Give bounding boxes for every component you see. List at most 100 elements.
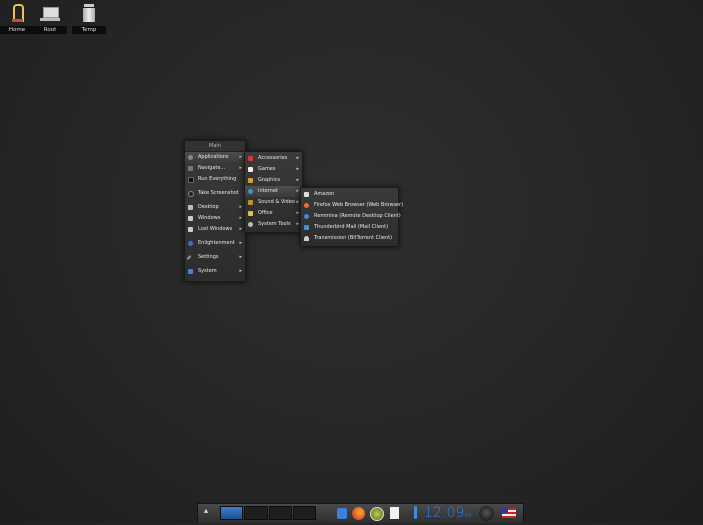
menu-item-take-screenshot[interactable]: Take Screenshot — [185, 188, 245, 199]
menu-item-transmission[interactable]: Transmission (BitTorrent Client) — [301, 233, 398, 244]
menu-item-windows[interactable]: Windows ▸ — [185, 213, 245, 224]
menu-item-applications[interactable]: Applications ▸ — [185, 152, 245, 163]
lost-windows-icon — [188, 227, 193, 232]
menu-item-enlightenment[interactable]: Enlightenment ▸ — [185, 238, 245, 249]
document-icon[interactable] — [390, 507, 399, 519]
submenu-arrow-icon: ▸ — [296, 177, 299, 183]
menu-item-lost-windows[interactable]: Lost Windows ▸ — [185, 224, 245, 235]
submenu-arrow-icon: ▸ — [239, 226, 242, 232]
mixer-icon[interactable] — [479, 506, 494, 521]
pager-desk-4[interactable] — [292, 506, 316, 520]
applications-submenu: Accessories ▸ Games ▸ Graphics ▸ Internet ▸ … — [244, 151, 303, 233]
menu-item-label: Transmission (BitTorrent Client) — [314, 235, 393, 241]
submenu-arrow-icon: ▸ — [296, 199, 299, 205]
menu-item-system-tools[interactable]: System Tools ▸ — [245, 219, 302, 230]
home-folder-icon — [7, 2, 27, 24]
menu-item-label: System — [198, 268, 217, 274]
menu-item-internet[interactable]: Internet ▸ — [245, 186, 302, 197]
submenu-arrow-icon: ▸ — [296, 221, 299, 227]
settings-icon — [186, 255, 192, 260]
games-icon — [248, 167, 253, 172]
menu-item-games[interactable]: Games ▸ — [245, 164, 302, 175]
chevron-up-icon: ▴ — [204, 506, 209, 515]
firefox-icon[interactable] — [352, 507, 365, 520]
menu-item-sound-video[interactable]: Sound & Video ▸ — [245, 197, 302, 208]
submenu-arrow-icon: ▸ — [239, 204, 242, 210]
graphics-icon — [248, 178, 253, 183]
menu-item-label: Amazon — [314, 191, 335, 197]
main-menu-title: Main — [185, 141, 245, 152]
menu-item-label: Lost Windows — [198, 226, 233, 232]
desktop-icon-temp[interactable]: Temp — [72, 0, 106, 34]
submenu-arrow-icon: ▸ — [296, 166, 299, 172]
menu-item-label: Internet — [258, 188, 278, 194]
menu-item-label: Navigate... — [198, 165, 226, 171]
menu-item-desktop[interactable]: Desktop ▸ — [185, 202, 245, 213]
trash-icon — [79, 2, 99, 24]
start-menu-button[interactable]: ▴ — [204, 506, 208, 515]
transmission-icon — [304, 236, 309, 241]
menu-item-label: Remmina (Remote Desktop Client) — [314, 213, 401, 219]
menu-item-thunderbird[interactable]: Thunderbird Mail (Mail Client) — [301, 222, 398, 233]
shelf: ▴ 12:09PM — [197, 503, 524, 523]
menu-item-amazon[interactable]: Amazon — [301, 189, 398, 200]
menu-item-system[interactable]: System ▸ — [185, 266, 245, 277]
menu-item-remmina[interactable]: Remmina (Remote Desktop Client) — [301, 211, 401, 222]
sound-video-icon — [248, 200, 253, 205]
files-icon[interactable] — [337, 508, 347, 519]
submenu-arrow-icon: ▸ — [239, 154, 242, 160]
clock-ampm: PM — [464, 513, 472, 519]
thunderbird-icon — [304, 225, 309, 230]
menu-item-label: Applications — [198, 154, 229, 160]
submenu-arrow-icon: ▸ — [239, 215, 242, 221]
apps-icon — [188, 155, 193, 160]
office-icon — [248, 211, 253, 216]
menu-item-label: Accessories — [258, 155, 288, 161]
main-menu: Main Applications ▸ Navigate... ▸ Run Ever… — [184, 140, 246, 282]
remmina-icon[interactable] — [370, 507, 384, 521]
menu-item-navigate[interactable]: Navigate... ▸ — [185, 163, 245, 174]
menu-item-firefox[interactable]: Firefox Web Browser (Web Browser) — [301, 200, 403, 211]
desktop-icon-label: Temp — [72, 26, 106, 34]
pager-desk-2[interactable] — [244, 506, 268, 520]
system-tools-icon — [248, 222, 253, 227]
desktop-icon-label: Root — [33, 26, 67, 34]
internet-submenu: Amazon Firefox Web Browser (Web Browser)… — [300, 187, 403, 247]
pager-desk-1[interactable] — [220, 506, 244, 520]
desktop-icon-home[interactable]: Home — [0, 0, 34, 34]
accessories-icon — [248, 156, 253, 161]
menu-item-label: Desktop — [198, 204, 219, 210]
amazon-icon — [304, 192, 309, 197]
desktop-icon-root[interactable]: Root — [33, 0, 67, 34]
menu-item-accessories[interactable]: Accessories ▸ — [245, 153, 302, 164]
submenu-arrow-icon: ▸ — [296, 188, 299, 194]
computer-icon — [40, 2, 60, 24]
menu-item-label: Enlightenment — [198, 240, 235, 246]
thermometer-icon — [414, 506, 417, 519]
menu-item-label: Firefox Web Browser (Web Browser) — [314, 202, 404, 208]
submenu-arrow-icon: ▸ — [296, 210, 299, 216]
menu-item-label: Games — [258, 166, 276, 172]
menu-item-label: Sound & Video — [258, 199, 295, 205]
desktop-icon — [188, 205, 193, 210]
menu-item-label: System Tools — [258, 221, 291, 227]
us-flag-icon[interactable] — [502, 508, 516, 518]
submenu-arrow-icon: ▸ — [239, 268, 242, 274]
menu-item-office[interactable]: Office ▸ — [245, 208, 302, 219]
menu-item-graphics[interactable]: Graphics ▸ — [245, 175, 302, 186]
pager-desk-3[interactable] — [268, 506, 292, 520]
menu-item-label: Thunderbird Mail (Mail Client) — [314, 224, 389, 230]
menu-item-settings[interactable]: Settings ▸ — [185, 252, 245, 263]
navigate-icon — [188, 166, 193, 171]
submenu-arrow-icon: ▸ — [239, 240, 242, 246]
submenu-arrow-icon: ▸ — [296, 155, 299, 161]
run-icon — [188, 177, 194, 183]
submenu-arrow-icon: ▸ — [239, 254, 242, 260]
internet-icon — [248, 189, 253, 194]
menu-item-run-everything[interactable]: Run Everything — [185, 174, 245, 185]
firefox-icon — [304, 203, 309, 208]
windows-icon — [188, 216, 193, 221]
screenshot-icon — [188, 191, 194, 197]
clock-time: 12:09 — [424, 505, 465, 521]
menu-item-label: Graphics — [258, 177, 281, 183]
